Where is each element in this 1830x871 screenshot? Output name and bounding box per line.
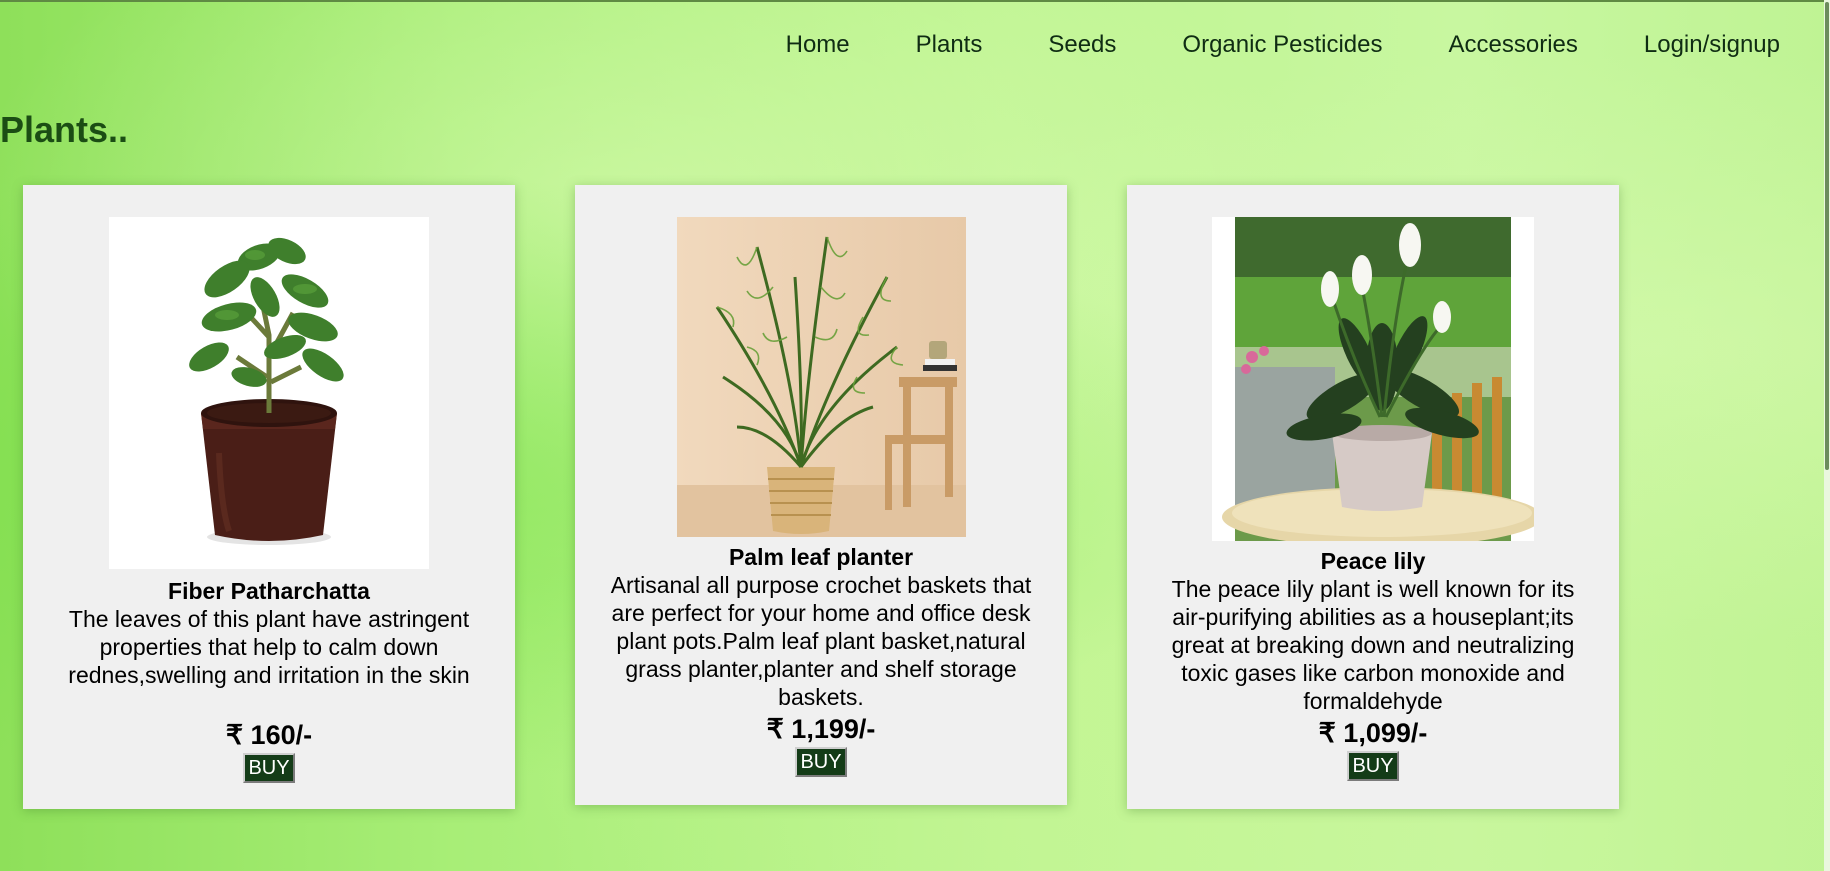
main-nav: Home Plants Seeds Organic Pesticides Acc… (786, 28, 1780, 62)
product-price: ₹ 1,199/- (766, 714, 876, 744)
peace-lily-image (1212, 217, 1534, 541)
nav-login-signup[interactable]: Login/signup (1644, 28, 1780, 62)
product-description: The leaves of this plant have astringent… (68, 606, 470, 688)
scrollbar-thumb[interactable] (1825, 2, 1829, 470)
product-name: Fiber Patharchatta (168, 578, 370, 604)
product-description: Artisanal all purpose crochet baskets th… (610, 572, 1032, 710)
nav-home[interactable]: Home (786, 28, 850, 62)
product-name: Peace lily (1320, 548, 1426, 574)
product-price: ₹ 160/- (225, 720, 313, 750)
product-image (1212, 217, 1534, 541)
product-description: The peace lily plant is well known for i… (1171, 576, 1575, 714)
nav-plants[interactable]: Plants (916, 28, 983, 62)
potted-plant-image (109, 217, 429, 569)
product-price: ₹ 1,099/- (1318, 718, 1428, 748)
nav-seeds[interactable]: Seeds (1048, 28, 1116, 62)
buy-button[interactable]: BUY (1347, 751, 1399, 781)
vertical-scrollbar[interactable] (1824, 0, 1830, 871)
product-card-fiber-patharchatta: Fiber Patharchatta The leaves of this pl… (23, 185, 515, 809)
product-image (109, 217, 429, 569)
nav-accessories[interactable]: Accessories (1449, 28, 1578, 62)
nav-organic-pesticides[interactable]: Organic Pesticides (1182, 28, 1382, 62)
page-title: Plants.. (0, 109, 129, 150)
buy-button[interactable]: BUY (243, 753, 295, 783)
palm-planter-image (676, 217, 966, 537)
product-card-palm-leaf-planter: Palm leaf planter Artisanal all purpose … (575, 185, 1067, 805)
product-card-peace-lily: Peace lily The peace lily plant is well … (1127, 185, 1619, 809)
top-border (0, 0, 1830, 2)
product-name: Palm leaf planter (728, 544, 914, 570)
buy-button[interactable]: BUY (795, 747, 847, 777)
product-image (676, 217, 966, 537)
